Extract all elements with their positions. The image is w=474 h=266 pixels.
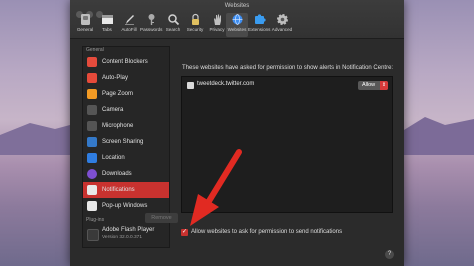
sidebar-item-label: Downloads — [102, 171, 132, 177]
site-favicon-icon — [187, 82, 194, 89]
notifications-icon — [87, 185, 97, 195]
globe-icon — [232, 14, 242, 25]
tab-security[interactable]: Security — [184, 13, 206, 37]
puzzle-icon — [254, 14, 266, 24]
tab-autofill-label: AutoFill — [121, 27, 137, 32]
lock-icon — [191, 13, 199, 25]
pencil-icon — [124, 15, 134, 25]
screen-sharing-icon — [87, 137, 97, 147]
sidebar-item-content-blockers[interactable]: Content Blockers — [83, 54, 169, 70]
tab-tabs-label: Tabs — [102, 27, 112, 32]
tab-websites-label: Websites — [227, 27, 247, 32]
sidebar-item-popup-windows[interactable]: Pop-up Windows — [83, 198, 169, 214]
sidebar-item-label: Auto-Play — [102, 75, 129, 81]
tab-passwords[interactable]: Passwords — [140, 13, 162, 37]
tab-extensions[interactable]: Extensions — [248, 13, 270, 37]
help-button[interactable]: ? — [385, 250, 394, 259]
downloads-icon — [87, 169, 97, 179]
sidebar-item-label: Screen Sharing — [102, 139, 144, 145]
safari-preferences-window: Websites General Tabs AutoFill Passwords… — [70, 0, 404, 266]
search-icon — [167, 14, 179, 26]
chevron-updown-icon: ⇕ — [380, 81, 388, 90]
plugin-name: Adobe Flash Player — [102, 227, 155, 233]
notifications-panel: These websites have asked for permission… — [176, 46, 396, 246]
key-icon — [148, 14, 154, 25]
tab-autofill[interactable]: AutoFill — [118, 13, 140, 37]
tab-search[interactable]: Search — [162, 13, 184, 37]
tab-general-label: General — [76, 27, 94, 32]
plugin-version: Version 32.0.0.371 — [102, 235, 143, 240]
site-domain: tweetdeck.twitter.com — [197, 81, 255, 87]
tab-general[interactable]: General — [74, 13, 96, 37]
tab-tabs[interactable]: Tabs — [96, 13, 118, 37]
permission-select[interactable]: Allow ⇕ — [358, 81, 388, 90]
switch-icon — [80, 14, 90, 25]
gear-icon — [276, 14, 288, 25]
camera-icon — [87, 105, 97, 115]
sidebar-item-auto-play[interactable]: Auto-Play — [83, 70, 169, 86]
allow-notifications-label: Allow websites to ask for permission to … — [191, 229, 343, 235]
sidebar-item-label: Content Blockers — [102, 59, 148, 65]
sidebar-item-screen-sharing[interactable]: Screen Sharing — [83, 134, 169, 150]
tab-privacy[interactable]: Privacy — [206, 13, 228, 37]
hand-icon — [213, 14, 221, 25]
sidebar-item-label: Location — [102, 155, 125, 161]
tab-search-label: Search — [165, 27, 181, 32]
content-blockers-icon — [87, 57, 97, 67]
sidebar-item-label: Notifications — [102, 187, 135, 193]
sidebar-item-location[interactable]: Location — [83, 150, 169, 166]
sidebar-item-camera[interactable]: Camera — [83, 102, 169, 118]
sidebar-item-microphone[interactable]: Microphone — [83, 118, 169, 134]
panel-description: These websites have asked for permission… — [182, 65, 394, 71]
sidebar-item-downloads[interactable]: Downloads — [83, 166, 169, 182]
sidebar-section-general: General — [86, 47, 104, 53]
location-icon — [87, 153, 97, 163]
title-bar: Websites General Tabs AutoFill Passwords… — [70, 0, 404, 39]
sidebar-item-notifications[interactable]: Notifications — [83, 182, 169, 198]
window-title: Websites — [224, 3, 250, 9]
permission-value: Allow — [362, 82, 376, 88]
tab-privacy-label: Privacy — [209, 27, 225, 32]
sidebar-item-label: Page Zoom — [102, 91, 134, 97]
sidebar-item-label: Pop-up Windows — [102, 203, 148, 209]
sidebar-item-label: Microphone — [102, 123, 134, 129]
zoom-icon — [87, 89, 97, 99]
tab-extensions-label: Extensions — [248, 27, 271, 32]
remove-button[interactable]: Remove — [145, 213, 178, 223]
website-row[interactable]: tweetdeck.twitter.com Allow ⇕ — [182, 80, 392, 92]
tabs-icon — [101, 15, 113, 24]
tab-security-label: Security — [186, 27, 204, 32]
play-icon — [87, 73, 97, 83]
plugin-icon — [87, 229, 99, 241]
popup-windows-icon — [87, 201, 97, 211]
tab-passwords-label: Passwords — [140, 27, 163, 32]
tab-advanced[interactable]: Advanced — [271, 13, 293, 37]
website-list[interactable]: tweetdeck.twitter.com Allow ⇕ — [181, 76, 393, 213]
sidebar-item-page-zoom[interactable]: Page Zoom — [83, 86, 169, 102]
sidebar-item-label: Camera — [102, 107, 124, 113]
tab-websites[interactable]: Websites — [226, 13, 248, 37]
sidebar-item-adobe-flash-player[interactable]: Adobe Flash Player Version 32.0.0.371 — [83, 224, 169, 244]
checkmark-icon: ✓ — [181, 229, 188, 236]
microphone-icon — [87, 121, 97, 131]
tab-advanced-label: Advanced — [271, 27, 293, 32]
